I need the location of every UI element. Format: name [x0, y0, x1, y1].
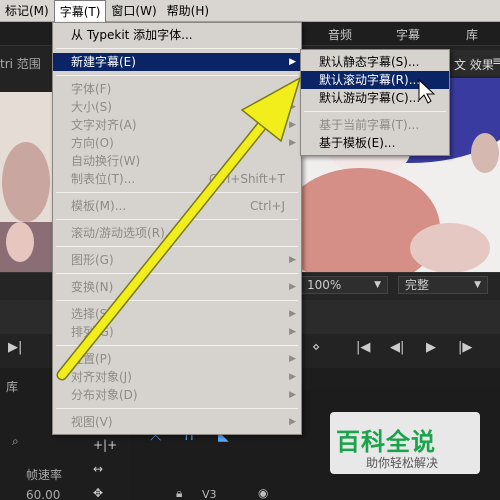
- annotation-arrow: [56, 76, 302, 381]
- app-window: 标记(M) 字幕(T) 窗口(W) 帮助(H) 音频 字幕 库 tri 范围 文…: [0, 0, 500, 500]
